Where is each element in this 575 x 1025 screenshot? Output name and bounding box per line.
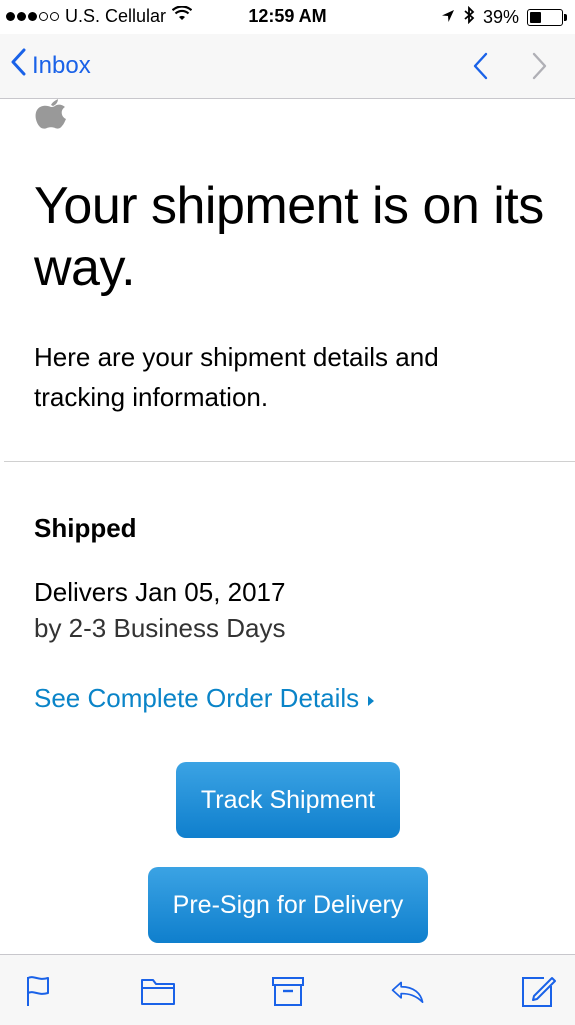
- triangle-right-icon: [367, 683, 375, 714]
- email-subtext: Here are your shipment details and track…: [34, 342, 439, 412]
- order-details-link[interactable]: See Complete Order Details: [34, 683, 375, 714]
- apple-logo-icon: [34, 99, 68, 134]
- folder-icon[interactable]: [140, 973, 176, 1009]
- delivery-date: Delivers Jan 05, 2017: [34, 577, 286, 607]
- track-shipment-button[interactable]: Track Shipment: [176, 762, 400, 838]
- bottom-toolbar: [0, 954, 575, 1025]
- message-navigation: [465, 50, 555, 82]
- flag-icon[interactable]: [20, 973, 56, 1009]
- delivery-window: by 2-3 Business Days: [34, 613, 286, 643]
- chevron-left-icon: [10, 48, 26, 83]
- back-label: Inbox: [32, 51, 91, 79]
- chevron-down-icon: [532, 52, 547, 80]
- chevron-up-icon: [473, 52, 488, 80]
- shipment-status-title: Shipped: [34, 513, 137, 543]
- divider: [4, 461, 575, 462]
- archive-icon[interactable]: [270, 973, 306, 1009]
- email-headline: Your shipment is on its way.: [34, 177, 544, 298]
- back-to-inbox-button[interactable]: Inbox: [10, 48, 91, 83]
- status-right: 39%: [441, 5, 567, 29]
- nav-bar: Inbox: [0, 34, 575, 99]
- next-message-button[interactable]: [525, 50, 555, 82]
- previous-message-button[interactable]: [465, 50, 495, 82]
- battery-level: [530, 12, 542, 23]
- battery-percent: 39%: [482, 7, 519, 27]
- status-bar: U.S. Cellular 12:59 AM 39%: [0, 0, 575, 34]
- bluetooth-icon: [463, 5, 475, 29]
- location-arrow-icon: [441, 7, 455, 28]
- reply-icon[interactable]: [390, 973, 426, 1009]
- email-body: Your shipment is on its way. Here are yo…: [0, 99, 575, 954]
- compose-icon[interactable]: [520, 973, 556, 1009]
- order-details-label: See Complete Order Details: [34, 683, 360, 713]
- battery-icon: [527, 9, 567, 26]
- pre-sign-delivery-button[interactable]: Pre-Sign for Delivery: [148, 867, 428, 943]
